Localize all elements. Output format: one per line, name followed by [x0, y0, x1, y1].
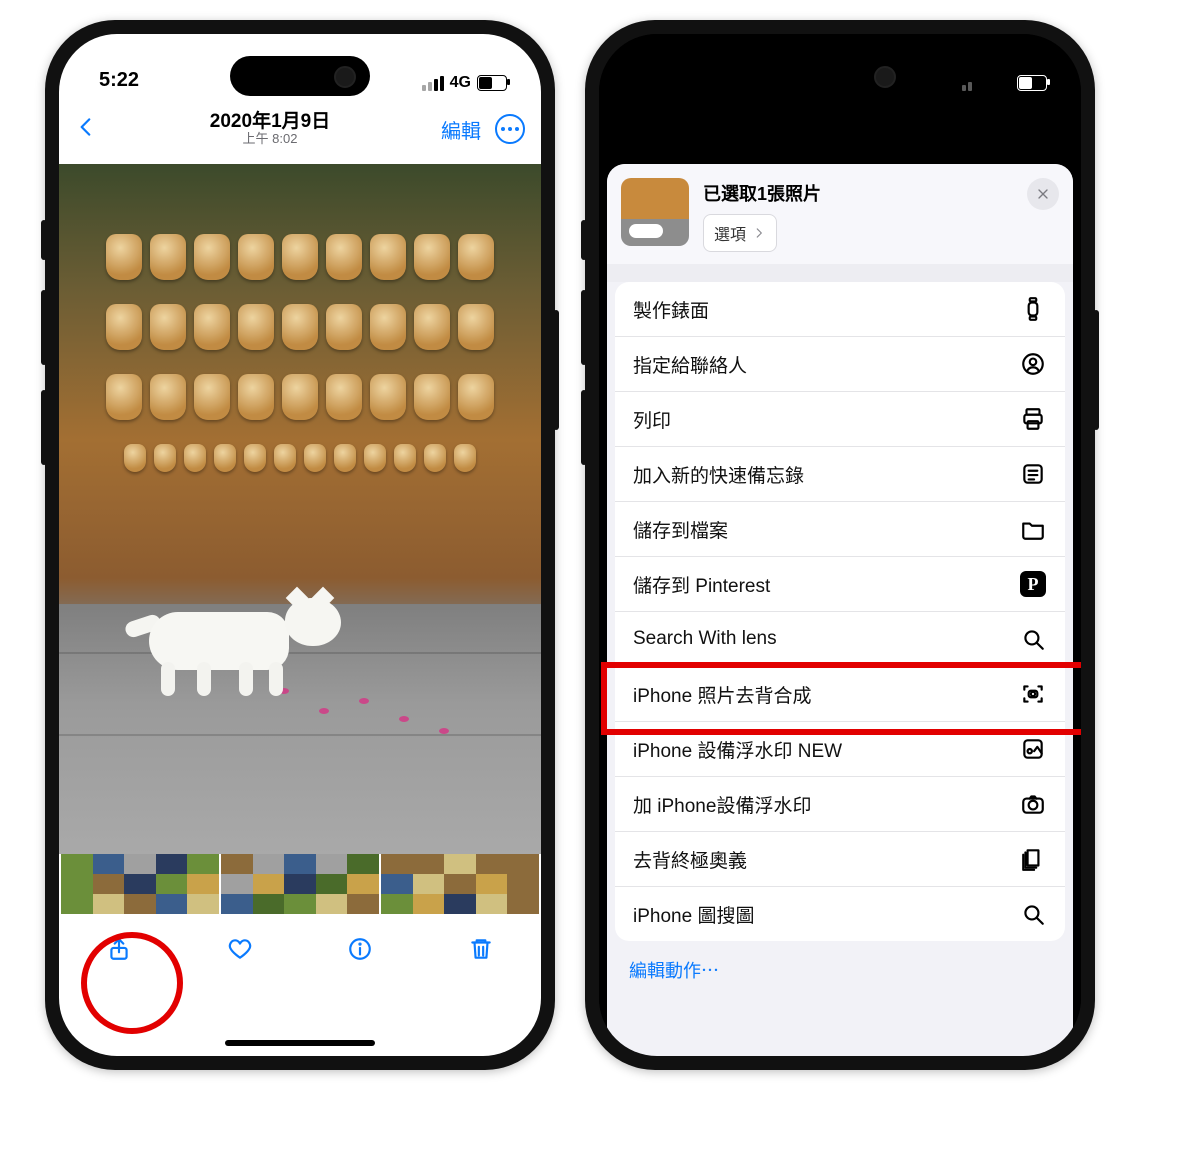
- battery-icon: [477, 75, 507, 91]
- more-button[interactable]: [495, 114, 525, 144]
- close-button[interactable]: [1027, 178, 1059, 210]
- action-label: Search With lens: [633, 628, 777, 650]
- sheet-title: 已選取1張照片: [703, 178, 821, 206]
- photo-time: 上午 8:02: [210, 132, 330, 147]
- edit-actions-button[interactable]: 編輯動作⋯: [607, 941, 1073, 999]
- stack-icon: [1019, 845, 1047, 873]
- watermark-icon: [1019, 735, 1047, 763]
- action-row-print[interactable]: 列印: [615, 391, 1065, 446]
- share-button[interactable]: [102, 932, 136, 966]
- options-label: 選項: [714, 221, 746, 245]
- search-icon: [1019, 625, 1047, 653]
- home-indicator[interactable]: [225, 1040, 375, 1046]
- action-row-pinterest[interactable]: 儲存到 Pinterest P: [615, 556, 1065, 611]
- photos-header: 2020年1月9日 上午 8:02 編輯: [59, 94, 541, 162]
- action-label: 儲存到 Pinterest: [633, 571, 770, 598]
- signal-icon: [422, 76, 444, 91]
- photo-viewport[interactable]: [59, 164, 541, 854]
- action-row-watermark[interactable]: iPhone 設備浮水印 NEW: [615, 721, 1065, 776]
- selected-thumbnail[interactable]: [621, 178, 689, 246]
- action-row-watch[interactable]: 製作錶面: [615, 282, 1065, 336]
- phone-share-sheet: 5:22 4G 已選取1張照片 選項: [585, 20, 1095, 1070]
- action-list[interactable]: 製作錶面指定給聯絡人列印加入新的快速備忘錄儲存到檔案儲存到 Pinterest P…: [615, 282, 1065, 941]
- delete-button[interactable]: [464, 932, 498, 966]
- action-row-contact[interactable]: 指定給聯絡人: [615, 336, 1065, 391]
- note-icon: [1019, 460, 1047, 488]
- watch-icon: [1019, 295, 1047, 323]
- action-label: 列印: [633, 406, 671, 433]
- figure-two-phones: { "status": { "time": "5:22", "network":…: [0, 0, 1200, 1172]
- action-label: 去背終極奧義: [633, 846, 747, 873]
- print-icon: [1019, 405, 1047, 433]
- dynamic-island: [770, 56, 910, 96]
- action-row-note[interactable]: 加入新的快速備忘錄: [615, 446, 1065, 501]
- photo-date: 2020年1月9日: [210, 111, 330, 133]
- phone-photos-detail: 5:22 4G 2020年1月9日 上午 8:02 編輯: [45, 20, 555, 1070]
- thumbnail-strip[interactable]: [59, 854, 541, 914]
- chevron-right-icon: [752, 226, 766, 240]
- action-label: iPhone 設備浮水印 NEW: [633, 736, 842, 763]
- action-label: 加 iPhone設備浮水印: [633, 791, 811, 818]
- photo-date-title: 2020年1月9日 上午 8:02: [210, 111, 330, 148]
- action-row-camera[interactable]: 加 iPhone設備浮水印: [615, 776, 1065, 831]
- share-sheet: 已選取1張照片 選項 製作錶面指定給聯絡人列印加入新的快速備忘錄儲存到檔案儲存到…: [607, 164, 1073, 1056]
- edit-button[interactable]: 編輯: [441, 115, 481, 144]
- action-row-folder[interactable]: 儲存到檔案: [615, 501, 1065, 556]
- photo-subject-cat: [119, 584, 349, 694]
- status-time: 5:22: [99, 69, 139, 92]
- pinterest-icon: P: [1019, 570, 1047, 598]
- action-label: 指定給聯絡人: [633, 351, 747, 378]
- info-button[interactable]: [343, 932, 377, 966]
- dynamic-island: [230, 56, 370, 96]
- camera-icon: [1019, 790, 1047, 818]
- bottom-toolbar: [59, 914, 541, 984]
- contact-icon: [1019, 350, 1047, 378]
- options-button[interactable]: 選項: [703, 214, 777, 252]
- favorite-button[interactable]: [223, 932, 257, 966]
- action-label: 加入新的快速備忘錄: [633, 461, 804, 488]
- action-label: iPhone 圖搜圖: [633, 901, 754, 928]
- folder-icon: [1019, 515, 1047, 543]
- battery-icon: [1017, 75, 1047, 91]
- action-label: 製作錶面: [633, 296, 709, 323]
- action-row-stack[interactable]: 去背終極奧義: [615, 831, 1065, 886]
- action-row-search[interactable]: Search With lens: [615, 611, 1065, 666]
- action-row-scan-camera[interactable]: iPhone 照片去背合成: [615, 666, 1065, 721]
- action-label: 儲存到檔案: [633, 516, 728, 543]
- network-label: 4G: [450, 74, 471, 92]
- search-icon: [1019, 900, 1047, 928]
- action-row-search[interactable]: iPhone 圖搜圖: [615, 886, 1065, 941]
- back-button[interactable]: [73, 114, 99, 145]
- scan-camera-icon: [1019, 680, 1047, 708]
- action-label: iPhone 照片去背合成: [633, 681, 811, 708]
